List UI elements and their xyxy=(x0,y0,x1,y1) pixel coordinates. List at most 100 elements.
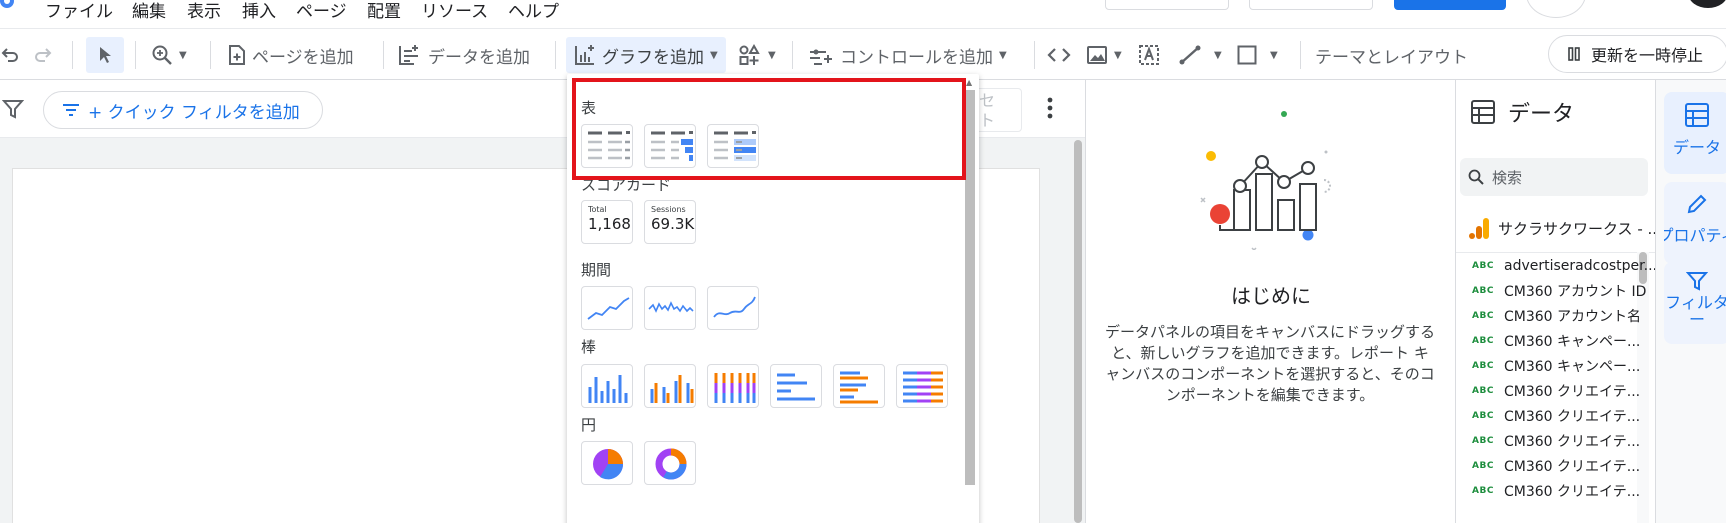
chart-option-scorecard[interactable]: Total 1,168 xyxy=(581,200,633,244)
text-type-icon: ABC xyxy=(1472,386,1494,396)
shape-button[interactable]: ▼ xyxy=(1236,37,1278,73)
getting-started-panel: はじめに データパネルの項目をキャンバスにドラッグすると、新しいグラフを追加でき… xyxy=(1085,80,1455,523)
text-box-button[interactable] xyxy=(1138,37,1160,73)
more-vert-icon[interactable] xyxy=(1046,96,1054,120)
tab-filter[interactable]: フィルタ ー xyxy=(1664,262,1726,344)
pause-updates-button[interactable]: 更新を一時停止 xyxy=(1548,35,1726,73)
field-name: CM360 アカウント ID xyxy=(1504,284,1647,300)
zoom-in-icon xyxy=(152,45,172,65)
field-name: advertiseradcostper... xyxy=(1504,258,1657,274)
field-name: CM360 キャンペー... xyxy=(1504,359,1641,375)
avatar[interactable] xyxy=(1688,0,1726,8)
toolbar-divider xyxy=(1300,41,1301,69)
dropdown-scrollbar[interactable] xyxy=(965,90,975,485)
data-table-icon xyxy=(1471,100,1495,124)
chart-option-bar[interactable] xyxy=(770,364,822,408)
add-quick-filter-button[interactable]: + クイック フィルタを追加 xyxy=(43,91,323,129)
chart-option-timeseries-sparkline[interactable] xyxy=(644,286,696,330)
field-name: CM360 クリエイテ... xyxy=(1504,459,1641,475)
menu-help[interactable]: ヘルプ xyxy=(508,1,559,23)
menu-arrange[interactable]: 配置 xyxy=(367,1,401,23)
pencil-icon xyxy=(1687,194,1707,214)
top-button-1[interactable] xyxy=(1105,0,1229,10)
field-item[interactable]: ABC CM360 クリエイテ... xyxy=(1472,456,1640,476)
chart-option-grouped-column[interactable] xyxy=(644,364,696,408)
field-item[interactable]: ABC CM360 アカウント名 xyxy=(1472,306,1641,326)
chart-option-timeseries[interactable] xyxy=(581,286,633,330)
field-item[interactable]: ABC CM360 クリエイテ... xyxy=(1472,431,1640,451)
data-table-icon xyxy=(1685,103,1709,127)
grouped-column-chart-icon xyxy=(650,375,694,403)
chart-option-stacked-column[interactable] xyxy=(707,364,759,408)
chart-option-donut[interactable] xyxy=(644,441,696,485)
add-control-button[interactable]: コントロールを追加 ▼ xyxy=(808,37,1007,73)
field-item[interactable]: ABC CM360 クリエイテ... xyxy=(1472,406,1640,426)
chart-option-column[interactable] xyxy=(581,364,633,408)
add-page-label: ページを追加 xyxy=(252,47,354,68)
toolbar: ▼ ページを追加 データを追加 グラフを追加 ▼ ▼ コントロールを追加 ▼ ▼… xyxy=(0,28,1726,80)
zoom-button[interactable]: ▼ xyxy=(151,37,187,73)
redo-button[interactable] xyxy=(33,37,53,73)
filter-icon[interactable] xyxy=(2,98,24,120)
chevron-down-icon: ▼ xyxy=(179,49,187,61)
tab-data-label: データ xyxy=(1672,138,1721,157)
chart-option-stacked-bar[interactable] xyxy=(896,364,948,408)
field-item[interactable]: ABC CM360 キャンペー... xyxy=(1472,331,1640,351)
chart-option-pie[interactable] xyxy=(581,441,633,485)
filter-list-icon xyxy=(63,104,79,116)
field-name: CM360 キャンペー... xyxy=(1504,334,1641,350)
image-icon xyxy=(1087,46,1107,64)
tab-properties[interactable]: プロパティ xyxy=(1664,182,1726,264)
field-item[interactable]: ABC CM360 クリエイテ... xyxy=(1472,381,1640,401)
text-type-icon: ABC xyxy=(1472,361,1494,371)
data-source-selector[interactable]: サクラサクワークス - ... xyxy=(1468,216,1662,240)
top-button-2[interactable] xyxy=(1249,0,1373,10)
select-tool-button[interactable] xyxy=(86,37,124,73)
image-button[interactable]: ▼ xyxy=(1086,37,1122,73)
field-item[interactable]: ABC advertiseradcostper... xyxy=(1472,256,1657,276)
menu-page[interactable]: ページ xyxy=(296,1,347,23)
menu-insert[interactable]: 挿入 xyxy=(242,1,276,23)
add-page-button[interactable]: ページを追加 xyxy=(228,37,354,73)
chart-option-scorecard-compact[interactable]: Sessions 69.3K xyxy=(644,200,696,244)
theme-layout-button[interactable]: テーマとレイアウト xyxy=(1315,37,1468,73)
field-item[interactable]: ABC CM360 キャンペー... xyxy=(1472,356,1640,376)
data-panel-header: データ xyxy=(1470,96,1574,128)
add-data-button[interactable]: データを追加 xyxy=(398,37,530,73)
data-search-input[interactable]: 検索 xyxy=(1460,158,1648,196)
line-button[interactable]: ▼ xyxy=(1178,37,1222,73)
toolbar-divider xyxy=(555,41,556,69)
code-brackets-icon xyxy=(1047,48,1071,62)
smooth-line-chart-icon xyxy=(713,296,756,318)
tab-data[interactable]: データ xyxy=(1664,92,1726,174)
scorecard-metric-label: Sessions xyxy=(651,205,686,214)
add-chart-button[interactable]: グラフを追加 ▼ xyxy=(566,37,726,73)
field-name: CM360 アカウント名 xyxy=(1504,309,1642,325)
data-source-name: サクラサクワークス - ... xyxy=(1498,219,1662,238)
menu-view[interactable]: 表示 xyxy=(187,1,221,23)
menu-edit[interactable]: 編集 xyxy=(132,1,166,23)
avatar-placeholder[interactable] xyxy=(1526,0,1586,18)
text-type-icon: ABC xyxy=(1472,486,1494,496)
app-logo[interactable] xyxy=(0,0,14,8)
add-component-button[interactable]: ▼ xyxy=(738,37,776,73)
chart-option-timeseries-smooth[interactable] xyxy=(707,286,759,330)
chart-option-grouped-bar[interactable] xyxy=(833,364,885,408)
theme-layout-label: テーマとレイアウト xyxy=(1315,47,1468,68)
share-button[interactable] xyxy=(1394,0,1506,10)
scroll-up-icon[interactable]: ▲ xyxy=(966,78,972,87)
data-panel-divider xyxy=(1456,252,1656,253)
google-analytics-icon xyxy=(1469,218,1489,239)
reset-button[interactable]: セ ト xyxy=(972,88,1022,132)
chevron-down-icon: ▼ xyxy=(768,49,776,61)
embed-url-button[interactable] xyxy=(1046,37,1072,73)
canvas-scrollbar[interactable] xyxy=(1074,140,1082,523)
rectangle-icon xyxy=(1237,45,1257,65)
menu-resources[interactable]: リソース xyxy=(421,1,488,23)
undo-button[interactable] xyxy=(0,37,20,73)
menu-file[interactable]: ファイル xyxy=(45,1,113,23)
add-control-label: コントロールを追加 xyxy=(840,47,993,68)
add-data-label: データを追加 xyxy=(428,47,530,68)
field-item[interactable]: ABC CM360 アカウント ID xyxy=(1472,281,1646,301)
field-item[interactable]: ABC CM360 クリエイテ... xyxy=(1472,481,1640,501)
